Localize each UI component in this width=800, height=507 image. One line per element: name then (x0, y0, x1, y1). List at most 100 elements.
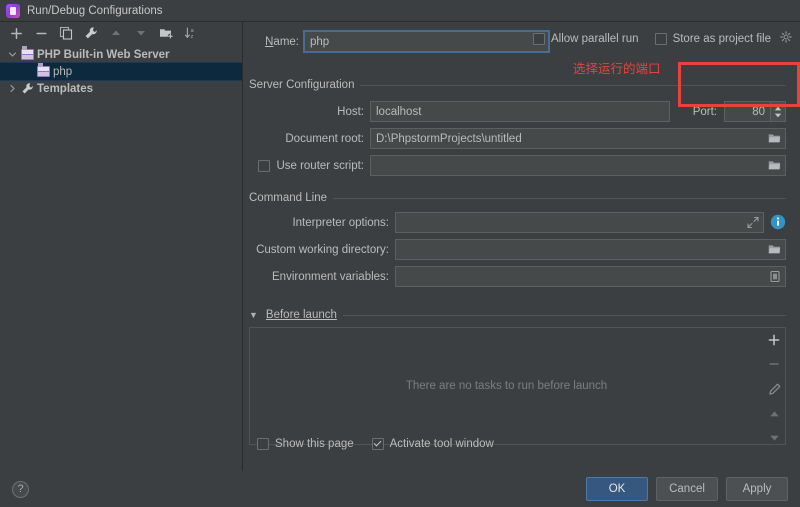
chevron-down-icon[interactable] (6, 50, 19, 59)
list-icon[interactable] (767, 269, 782, 284)
move-task-down-button[interactable] (767, 432, 781, 444)
gear-icon[interactable] (780, 31, 792, 46)
activate-tool-window-label: Activate tool window (389, 438, 494, 450)
section-title: Command Line (249, 192, 327, 204)
folder-icon[interactable] (767, 158, 782, 173)
remove-task-button[interactable] (767, 358, 781, 370)
router-script-input[interactable] (370, 155, 786, 176)
tree-item-label: Templates (37, 82, 94, 95)
environment-variables-row: Environment variables: (249, 266, 786, 287)
tree-item-label: PHP Built-in Web Server (37, 48, 170, 61)
custom-working-directory-input[interactable] (395, 239, 786, 260)
move-down-button[interactable] (133, 25, 149, 41)
host-input[interactable]: localhost (370, 101, 670, 122)
port-group: Port: 80 (693, 101, 786, 122)
environment-variables-label: Environment variables: (272, 270, 389, 283)
triangle-down-icon[interactable]: ▼ (249, 310, 258, 320)
name-input[interactable]: php (304, 31, 549, 52)
svg-text:z: z (191, 34, 194, 40)
move-task-up-button[interactable] (767, 408, 781, 420)
before-launch-side-toolbar (763, 328, 785, 444)
document-root-input[interactable]: D:\PhpstormProjects\untitled (370, 128, 786, 149)
allow-parallel-run-checkbox[interactable]: Allow parallel run (532, 32, 639, 45)
cancel-button[interactable]: Cancel (656, 477, 718, 501)
configuration-editor-panel: Name: php Allow parallel run Store as pr… (243, 22, 800, 507)
use-router-script-row: Use router script: (249, 155, 786, 176)
host-label: Host: (337, 105, 364, 118)
section-divider (342, 314, 786, 316)
store-as-project-file-checkbox[interactable]: Store as project file (654, 31, 792, 46)
command-line-header: Command Line (249, 192, 786, 204)
before-launch-section: ▼ Before launch There are no tasks to ru… (249, 309, 786, 445)
name-label: Name: (265, 35, 299, 48)
tree-item-templates[interactable]: Templates (0, 80, 242, 97)
before-launch-title: Before launch (265, 309, 337, 321)
environment-variables-input[interactable] (395, 266, 786, 287)
edit-task-button[interactable] (767, 383, 781, 396)
command-line-section: Command Line (249, 192, 786, 204)
name-row: Name: php (249, 31, 549, 52)
port-stepper[interactable]: 80 (724, 101, 786, 122)
interpreter-options-input[interactable] (395, 212, 764, 233)
tree-item-php-built-in-web-server[interactable]: PHP Built-in Web Server (0, 46, 242, 63)
tree-item-php[interactable]: php (0, 62, 242, 81)
before-launch-task-list[interactable]: There are no tasks to run before launch (249, 327, 786, 445)
sort-configurations-button[interactable]: a z (183, 25, 199, 41)
copy-configuration-button[interactable] (58, 25, 74, 41)
tree-item-label: php (53, 65, 73, 78)
show-this-page-label: Show this page (275, 438, 354, 450)
section-divider (332, 197, 786, 199)
apply-button[interactable]: Apply (726, 477, 788, 501)
configurations-left-panel: a z PHP Built-in Web Server php Template… (0, 22, 243, 507)
before-launch-header[interactable]: ▼ Before launch (249, 309, 786, 321)
chevron-right-icon[interactable] (6, 84, 19, 93)
window-title: Run/Debug Configurations (27, 4, 163, 17)
move-into-folder-button[interactable] (158, 25, 174, 41)
tree-toolbar: a z (0, 22, 242, 44)
bottom-options-group: Show this page Activate tool window (257, 438, 494, 450)
dialog-body: a z PHP Built-in Web Server php Template… (0, 22, 800, 507)
custom-working-directory-row: Custom working directory: (249, 239, 786, 260)
server-configuration-section: Server Configuration (249, 79, 786, 100)
window-title-bar: Run/Debug Configurations (0, 0, 800, 22)
edit-templates-button[interactable] (83, 25, 99, 41)
interpreter-options-label: Interpreter options: (292, 216, 389, 229)
phpstorm-app-icon (6, 3, 20, 18)
move-up-button[interactable] (108, 25, 124, 41)
allow-parallel-run-label: Allow parallel run (550, 32, 639, 45)
folder-icon[interactable] (767, 242, 782, 257)
checkbox-box[interactable] (371, 438, 384, 450)
ok-button[interactable]: OK (586, 477, 648, 501)
wrench-icon (19, 82, 35, 95)
document-root-label: Document root: (285, 132, 364, 145)
top-options-group: Allow parallel run Store as project file (532, 31, 792, 46)
interpreter-options-row: Interpreter options: (249, 212, 786, 233)
use-router-script-label: Use router script: (276, 159, 364, 172)
add-configuration-button[interactable] (8, 25, 24, 41)
section-divider (360, 84, 786, 86)
stepper-down-icon (774, 113, 782, 117)
expand-icon[interactable] (745, 215, 760, 230)
dialog-button-group: OK Cancel Apply (586, 477, 788, 501)
configurations-tree[interactable]: PHP Built-in Web Server php Templates (0, 44, 242, 507)
activate-tool-window-checkbox[interactable]: Activate tool window (371, 438, 494, 450)
checkbox-box[interactable] (532, 32, 545, 45)
port-label: Port: (692, 105, 717, 118)
interpreter-options-info-icon[interactable] (770, 214, 786, 233)
use-router-script-checkbox[interactable] (258, 159, 271, 172)
server-icon (35, 63, 51, 77)
port-input-value[interactable]: 80 (725, 102, 770, 121)
folder-icon[interactable] (767, 131, 782, 146)
before-launch-empty-text: There are no tasks to run before launch (405, 380, 608, 392)
checkbox-box[interactable] (257, 438, 269, 450)
document-root-input-value: D:\PhpstormProjects\untitled (376, 132, 522, 145)
custom-working-directory-label: Custom working directory: (256, 243, 389, 256)
add-task-button[interactable] (767, 334, 781, 346)
document-root-row: Document root: D:\PhpstormProjects\untit… (249, 128, 786, 149)
show-this-page-checkbox[interactable]: Show this page (257, 438, 354, 450)
help-button[interactable]: ? (12, 480, 29, 498)
checkbox-box[interactable] (654, 32, 667, 45)
server-configuration-header: Server Configuration (249, 79, 786, 91)
remove-configuration-button[interactable] (33, 25, 49, 41)
port-stepper-arrows[interactable] (770, 102, 785, 121)
